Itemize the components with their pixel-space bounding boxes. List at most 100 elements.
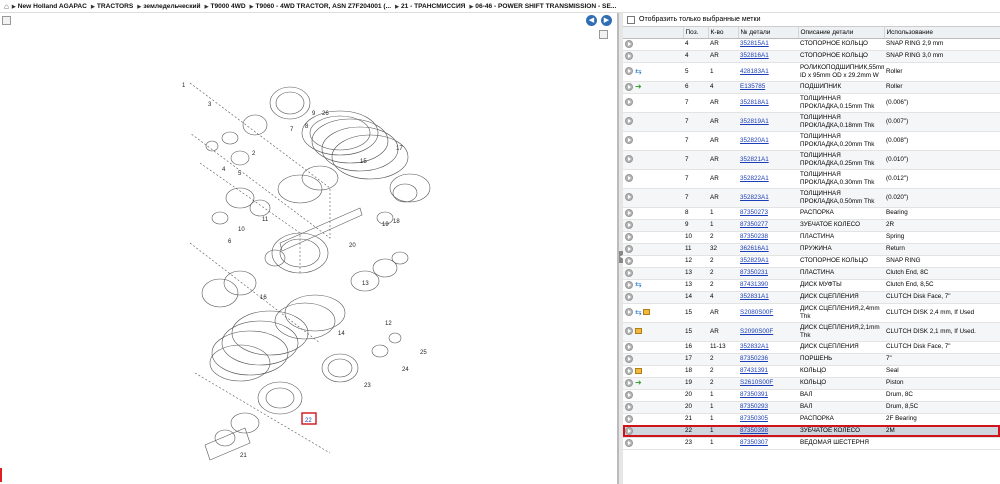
col-desc[interactable]: Описание детали <box>798 27 885 39</box>
detail-icon[interactable] <box>625 232 633 241</box>
detail-icon[interactable] <box>625 378 633 387</box>
detail-icon[interactable] <box>625 208 633 217</box>
detail-icon[interactable] <box>625 438 633 447</box>
table-row[interactable]: 17 2 87350236 ПОРШЕНЬ 7" <box>623 353 1000 366</box>
package-icon[interactable] <box>642 309 650 316</box>
cell-part-number[interactable]: 428183A1 <box>738 62 798 82</box>
table-row[interactable]: 4 AR 352816A1 СТОПОРНОЕ КОЛЬЦО SNAP RING 3,0… <box>623 50 1000 63</box>
table-row[interactable]: 12 2 352829A1 СТОПОРНОЕ КОЛЬЦО SNAP RING <box>623 255 1000 268</box>
detail-icon[interactable] <box>625 256 633 265</box>
detail-icon[interactable] <box>625 155 633 164</box>
selected-callout-label[interactable]: 22 <box>305 418 312 424</box>
cell-part-number[interactable]: 87350293 <box>738 401 798 414</box>
breadcrumb-item[interactable]: New Holland AGAPAC <box>12 3 87 10</box>
col-pos[interactable]: Поз. <box>683 27 709 39</box>
detail-icon[interactable] <box>625 342 633 351</box>
table-row[interactable]: 15 AR S2090S00F ДИСК СЦЕПЛЕНИЯ,2,1mm Thk CLU… <box>623 322 1000 342</box>
col-part[interactable]: № детали <box>738 27 799 39</box>
replacement-icon[interactable]: ⇆ <box>635 67 642 76</box>
callout-label[interactable]: 1 <box>182 83 186 89</box>
cell-part-number[interactable]: 352829A1 <box>738 255 798 268</box>
detail-icon[interactable] <box>625 366 633 375</box>
callout-label[interactable]: 7 <box>290 127 294 133</box>
detail-icon[interactable] <box>625 82 633 91</box>
table-row[interactable]: 7 AR 352819A1 ТОЛЩИННАЯ ПРОКЛАДКА,0.18mm Th… <box>623 112 1000 132</box>
table-row[interactable]: ➜ 19 2 S2610S00F КОЛЬЦО Piston <box>623 377 1000 390</box>
callout-label[interactable]: 21 <box>240 453 247 459</box>
callout-label[interactable]: 18 <box>393 219 400 225</box>
detail-icon[interactable] <box>625 426 633 435</box>
breadcrumb-item[interactable]: земледельческий <box>137 3 200 10</box>
cell-part-number[interactable]: 352818A1 <box>738 93 798 113</box>
cell-part-number[interactable]: 87431390 <box>738 279 798 292</box>
table-row[interactable]: 23 1 87350307 ВЕДОМАЯ ШЕСТЕРНЯ <box>623 437 1000 450</box>
cell-part-number[interactable]: 352816A1 <box>738 50 798 63</box>
detail-icon[interactable] <box>625 193 633 202</box>
col-use[interactable]: Использование <box>884 27 1000 39</box>
cell-part-number[interactable]: 352831A1 <box>738 291 798 304</box>
callout-label[interactable]: 5 <box>238 171 242 177</box>
callout-label[interactable]: 26 <box>322 111 329 117</box>
detail-icon[interactable] <box>625 268 633 277</box>
breadcrumb-item[interactable]: T9000 4WD <box>205 3 245 10</box>
table-row[interactable]: 7 AR 352821A1 ТОЛЩИННАЯ ПРОКЛАДКА,0.25mm Th… <box>623 150 1000 170</box>
cell-part-number[interactable]: 87350277 <box>738 219 798 232</box>
callout-label[interactable]: 2 <box>252 151 256 157</box>
callout-label[interactable]: 15 <box>360 159 367 165</box>
table-row[interactable]: 8 1 87350273 РАСПОРКА Bearing <box>623 207 1000 220</box>
replacement-icon[interactable]: ⇆ <box>635 308 642 317</box>
table-row[interactable]: 4 AR 352815A1 СТОПОРНОЕ КОЛЬЦО SNAP RING 2,9… <box>623 38 1000 51</box>
detail-icon[interactable] <box>625 39 633 48</box>
breadcrumb-item[interactable]: T9060 - 4WD TRACTOR, ASN Z7F204001 (... <box>250 3 392 10</box>
table-row[interactable]: 7 AR 352822A1 ТОЛЩИННАЯ ПРОКЛАДКА,0.30mm Th… <box>623 169 1000 189</box>
detail-icon[interactable] <box>625 327 633 336</box>
detail-icon[interactable] <box>625 244 633 253</box>
cell-part-number[interactable]: 87350238 <box>738 231 798 244</box>
callout-label[interactable]: 10 <box>238 227 245 233</box>
cell-part-number[interactable]: 87350391 <box>738 389 798 402</box>
table-row[interactable]: 22 1 87350398 ЗУБЧАТОЕ КОЛЕСО 2M <box>623 425 1000 438</box>
table-row[interactable]: 14 4 352831A1 ДИСК СЦЕПЛЕНИЯ CLUTCH Disk Fac… <box>623 291 1000 304</box>
cell-part-number[interactable]: 87350398 <box>738 425 798 438</box>
breadcrumb-item[interactable]: TRACTORS <box>91 3 134 10</box>
cell-part-number[interactable]: 352820A1 <box>738 131 798 151</box>
updated-icon[interactable]: ➜ <box>635 83 642 91</box>
table-row[interactable]: ➜ 6 4 E135785 ПОДШИПНИК Roller <box>623 81 1000 94</box>
cell-part-number[interactable]: 352822A1 <box>738 169 798 189</box>
table-row[interactable]: 10 2 87350238 ПЛАСТИНА Spring <box>623 231 1000 244</box>
callout-label[interactable]: 12 <box>385 321 392 327</box>
table-row[interactable]: 7 AR 352818A1 ТОЛЩИННАЯ ПРОКЛАДКА,0.15mm Th… <box>623 93 1000 113</box>
table-row[interactable]: 18 2 87431391 КОЛЬЦО Seal <box>623 365 1000 378</box>
cell-part-number[interactable]: 352819A1 <box>738 112 798 132</box>
cell-part-number[interactable]: E135785 <box>738 81 798 94</box>
detail-icon[interactable] <box>625 174 633 183</box>
breadcrumb-item[interactable]: 06-46 - POWER SHIFT TRANSMISSION - SE... <box>469 3 616 10</box>
detail-icon[interactable] <box>625 390 633 399</box>
cell-part-number[interactable]: 352832A1 <box>738 341 798 354</box>
callout-label[interactable]: 24 <box>402 367 409 373</box>
table-row[interactable]: 21 1 87350305 РАСПОРКА 2F Bearing <box>623 413 1000 426</box>
callout-label[interactable]: 13 <box>362 281 369 287</box>
cell-part-number[interactable]: 87350305 <box>738 413 798 426</box>
detail-icon[interactable] <box>625 98 633 107</box>
cell-part-number[interactable]: 362616A1 <box>738 243 798 256</box>
cell-part-number[interactable]: S2090S00F <box>738 322 798 342</box>
detail-icon[interactable] <box>625 220 633 229</box>
cell-part-number[interactable]: S2610S00F <box>738 377 798 390</box>
callout-label[interactable]: 6 <box>228 239 232 245</box>
cell-part-number[interactable]: 87431391 <box>738 365 798 378</box>
cell-part-number[interactable]: 87350273 <box>738 207 798 220</box>
table-row[interactable]: 7 AR 352823A1 ТОЛЩИННАЯ ПРОКЛАДКА,0.50mm Th… <box>623 188 1000 208</box>
cell-part-number[interactable]: 352823A1 <box>738 188 798 208</box>
callout-label[interactable]: 3 <box>208 102 212 108</box>
callout-label[interactable]: 23 <box>364 383 371 389</box>
detail-icon[interactable] <box>625 51 633 60</box>
cell-part-number[interactable]: 352815A1 <box>738 38 798 51</box>
callout-label[interactable]: 16 <box>260 295 267 301</box>
detail-icon[interactable] <box>625 67 633 76</box>
detail-icon[interactable] <box>625 402 633 411</box>
detail-icon[interactable] <box>625 354 633 363</box>
cell-part-number[interactable]: 87350236 <box>738 353 798 366</box>
callout-label[interactable]: 19 <box>382 222 389 228</box>
home-icon[interactable]: ⌂ <box>4 2 9 11</box>
